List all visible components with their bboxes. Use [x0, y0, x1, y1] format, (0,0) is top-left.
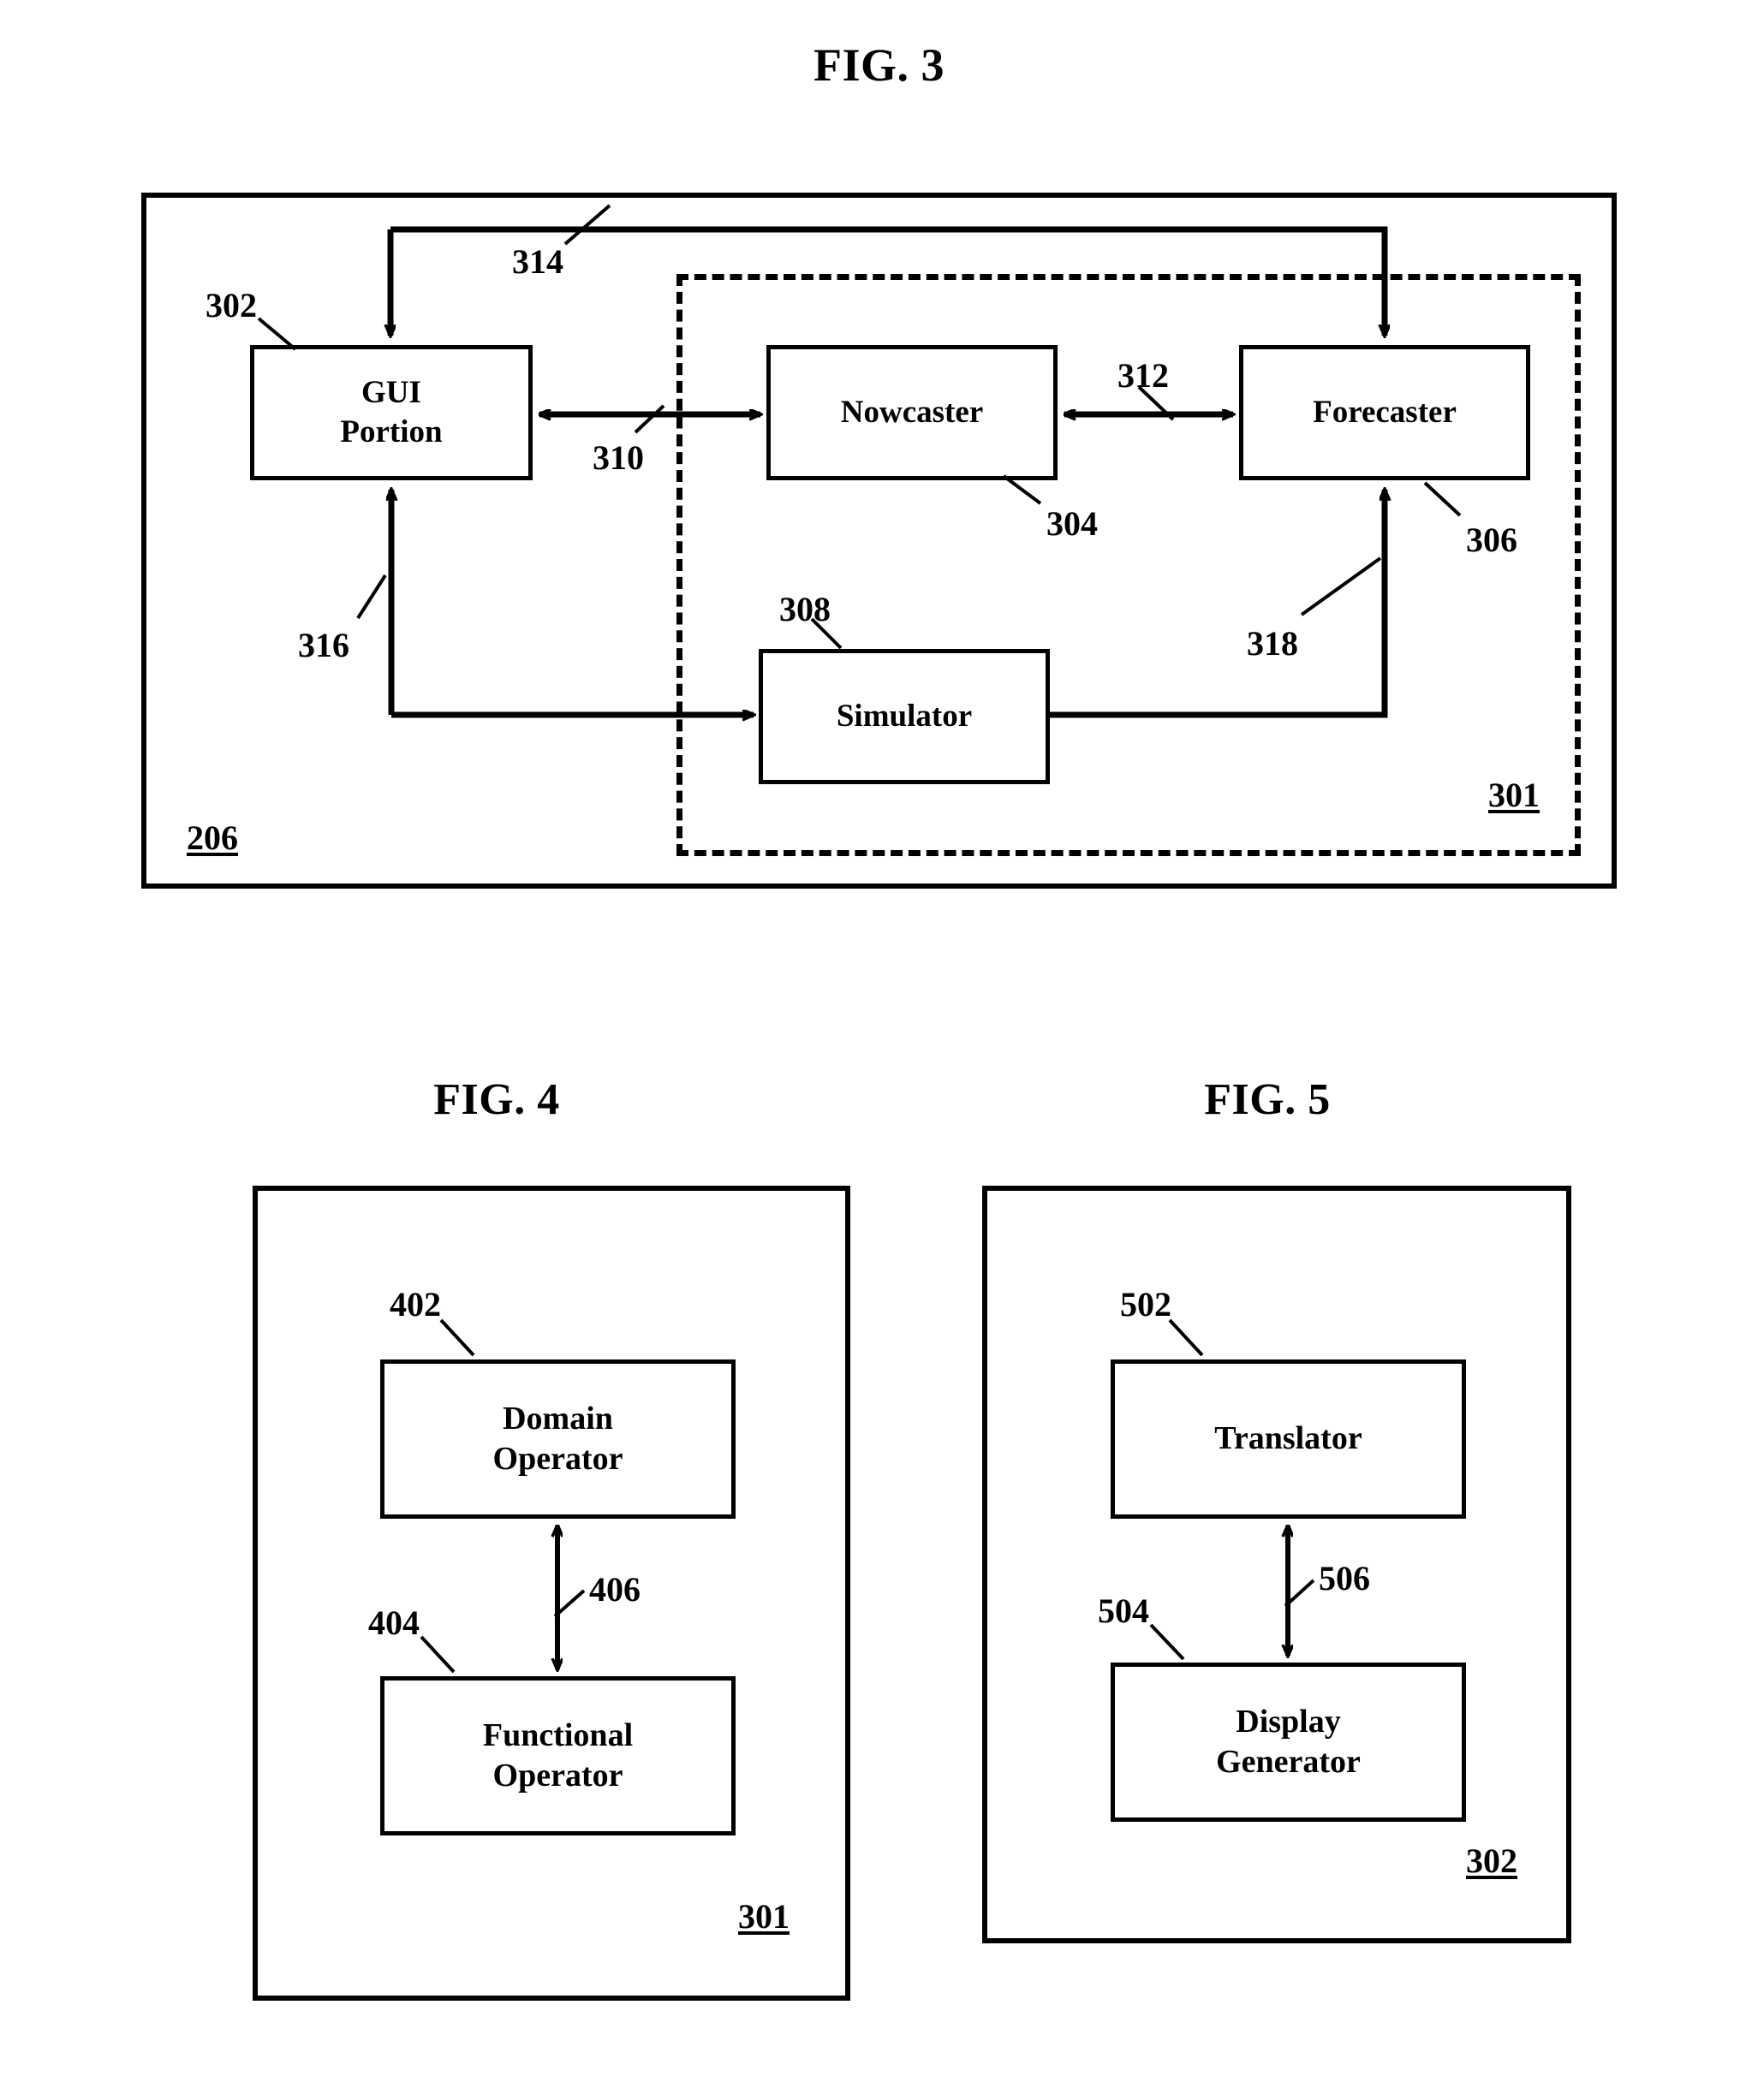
ref-302-fig5: 302	[1466, 1841, 1517, 1880]
node-forecaster[interactable]: Forecaster	[1239, 345, 1530, 480]
ref-506: 506	[1319, 1559, 1370, 1597]
node-display-generator-label-line2: Generator	[1216, 1744, 1361, 1780]
node-domain-operator[interactable]: Domain Operator	[380, 1359, 736, 1519]
ref-318: 318	[1247, 624, 1298, 663]
fig4-title: FIG. 4	[433, 1075, 560, 1124]
ref-302: 302	[206, 286, 257, 324]
node-translator[interactable]: Translator	[1111, 1359, 1466, 1519]
ref-312: 312	[1117, 356, 1169, 395]
ref-306: 306	[1466, 521, 1517, 559]
node-forecaster-label: Forecaster	[1313, 394, 1457, 430]
node-functional-operator-label-line2: Operator	[492, 1758, 623, 1794]
node-display-generator-label-line1: Display	[1236, 1703, 1341, 1740]
ref-301-fig4: 301	[738, 1897, 790, 1936]
ref-301-fig3: 301	[1488, 776, 1540, 814]
node-domain-operator-label-line2: Operator	[492, 1441, 623, 1477]
ref-402: 402	[390, 1285, 441, 1324]
node-display-generator[interactable]: Display Generator	[1111, 1663, 1466, 1822]
node-gui-portion-label-line2: Portion	[340, 414, 443, 449]
ref-304: 304	[1046, 504, 1098, 543]
ref-406: 406	[589, 1570, 641, 1609]
node-functional-operator-label-line1: Functional	[482, 1716, 634, 1753]
fig4-outer-container	[253, 1186, 850, 2001]
fig5-title: FIG. 5	[1204, 1075, 1331, 1124]
node-simulator[interactable]: Simulator	[759, 649, 1050, 784]
node-domain-operator-label-line1: Domain	[503, 1400, 613, 1437]
node-gui-portion-label-line1: GUI	[361, 374, 421, 410]
ref-310: 310	[593, 438, 644, 477]
node-nowcaster-label: Nowcaster	[840, 394, 984, 430]
node-translator-label: Translator	[1214, 1420, 1362, 1457]
ref-502: 502	[1120, 1285, 1171, 1324]
ref-504: 504	[1098, 1591, 1149, 1630]
fig3-title: FIG. 3	[813, 39, 945, 91]
ref-404: 404	[368, 1603, 420, 1642]
node-simulator-label: Simulator	[836, 698, 973, 734]
ref-206: 206	[187, 818, 238, 857]
ref-316: 316	[298, 626, 349, 664]
node-functional-operator[interactable]: Functional Operator	[380, 1676, 736, 1835]
ref-314: 314	[512, 242, 563, 281]
fig5-outer-container	[982, 1186, 1571, 1943]
ref-308: 308	[779, 590, 831, 628]
node-gui-portion[interactable]: GUI Portion	[250, 345, 533, 480]
node-nowcaster[interactable]: Nowcaster	[766, 345, 1058, 480]
